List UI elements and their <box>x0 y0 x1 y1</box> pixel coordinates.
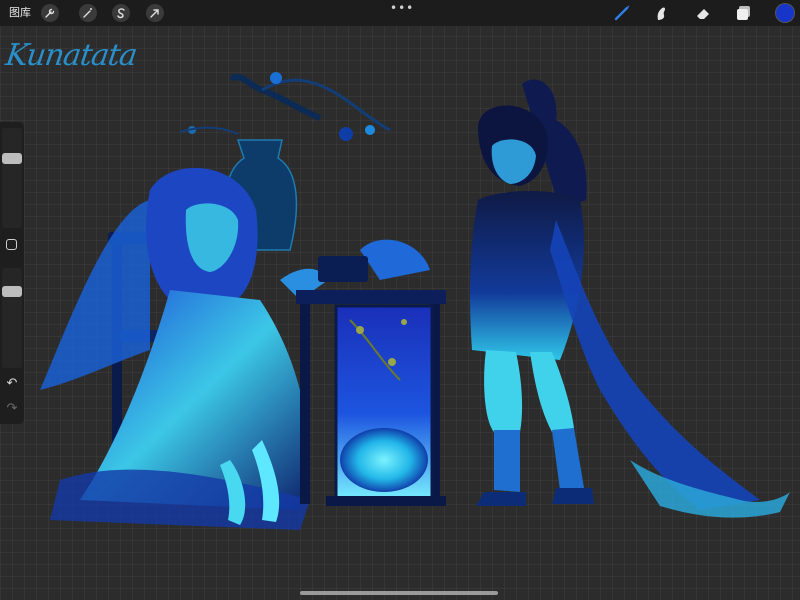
undo-arrow-icon: ↶ <box>6 376 18 391</box>
color-picker-swatch[interactable] <box>776 4 794 22</box>
brush-icon <box>614 5 630 21</box>
smudge-finger-icon <box>657 7 665 20</box>
standing-figure <box>470 79 790 518</box>
adjustments-button[interactable] <box>79 4 97 22</box>
eraser-button[interactable] <box>693 3 713 23</box>
brush-size-slider[interactable] <box>2 128 22 228</box>
modify-button[interactable] <box>6 239 17 250</box>
eraser-icon <box>697 9 709 19</box>
magic-wand-icon <box>83 8 92 18</box>
brush-button[interactable] <box>612 3 632 23</box>
home-indicator[interactable] <box>300 591 498 595</box>
left-sidebar: ↶ ↷ <box>0 122 24 424</box>
redo-button[interactable]: ↷ <box>4 402 20 416</box>
selection-button[interactable] <box>112 4 130 22</box>
layers-icon <box>737 6 750 20</box>
gallery-button[interactable]: 图库 <box>9 5 31 21</box>
top-toolbar: 图库 ••• <box>0 0 800 26</box>
undo-button[interactable]: ↶ <box>4 377 20 391</box>
wrench-icon <box>45 8 55 18</box>
selection-s-icon <box>117 8 125 19</box>
procreate-canvas-app: Kunatata 图库 ••• ↶ ↷ <box>0 0 800 600</box>
opacity-slider[interactable] <box>2 268 22 368</box>
more-options-button[interactable]: ••• <box>390 2 413 14</box>
brush-size-thumb[interactable] <box>2 153 22 164</box>
actions-button[interactable] <box>41 4 59 22</box>
arrow-cursor-icon <box>150 9 159 18</box>
smudge-button[interactable] <box>651 3 671 23</box>
artwork-illustration[interactable] <box>0 60 800 540</box>
layers-button[interactable] <box>734 3 754 23</box>
transform-button[interactable] <box>146 4 164 22</box>
artist-signature: Kunatata <box>3 38 139 73</box>
opacity-thumb[interactable] <box>2 286 22 297</box>
redo-arrow-icon: ↷ <box>6 401 18 416</box>
folding-screen <box>326 304 446 506</box>
